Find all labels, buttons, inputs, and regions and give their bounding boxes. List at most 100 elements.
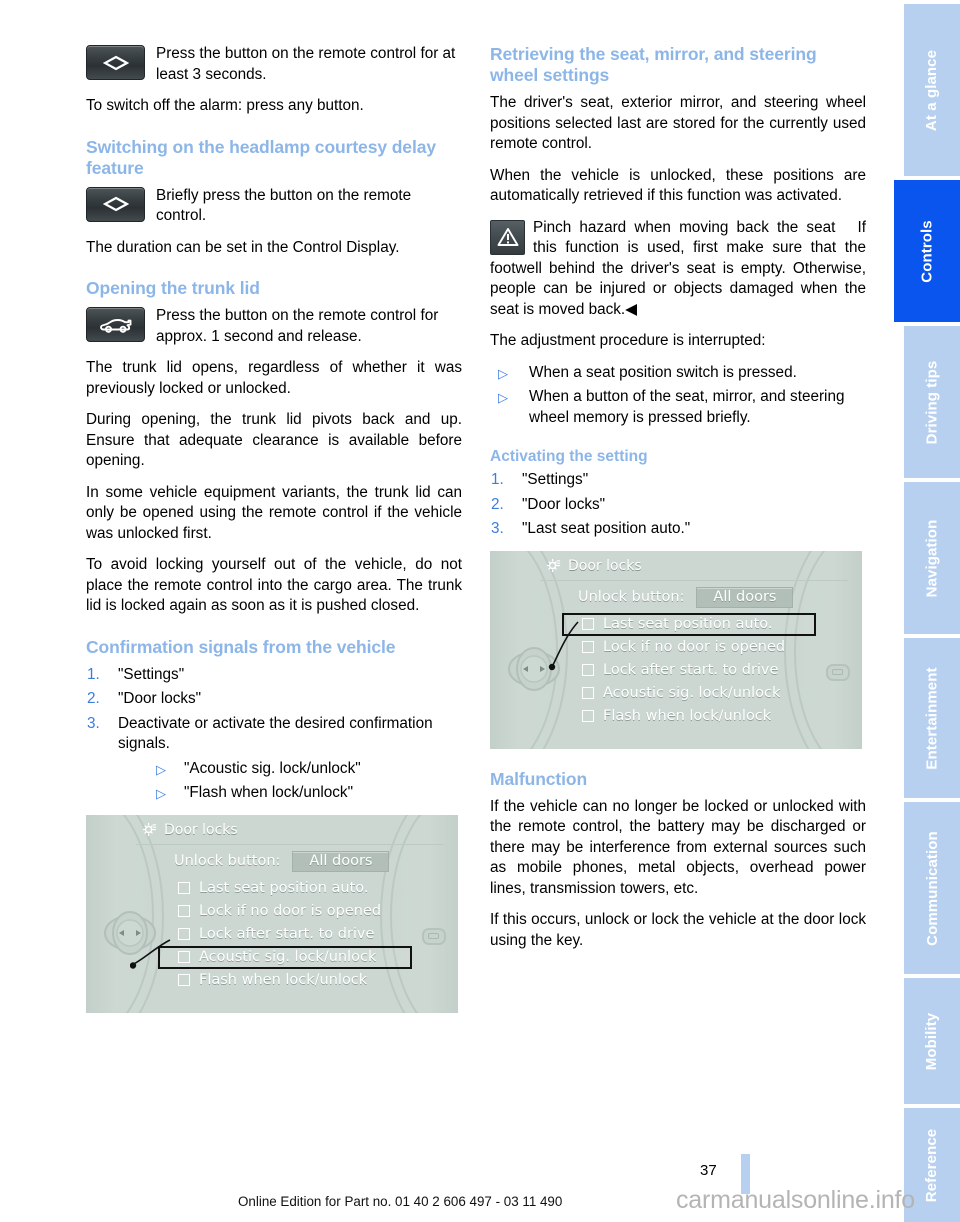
step-number: 2. xyxy=(87,690,100,707)
option-row-highlighted[interactable]: Last seat position auto. xyxy=(562,612,816,636)
step-text: "Settings" xyxy=(522,471,589,488)
headlamp-duration-paragraph: The duration can be set in the Control D… xyxy=(86,238,400,256)
trunk-paragraph-4: To avoid locking yourself out of the veh… xyxy=(86,556,462,614)
option-label: Flash when lock/unlock xyxy=(603,708,772,724)
option-row[interactable]: Lock after start. to drive xyxy=(578,659,816,682)
unlock-button-value[interactable]: All doors xyxy=(292,850,390,872)
tab-label: Navigation xyxy=(923,519,941,597)
warning-triangle-icon xyxy=(490,219,525,255)
option-label: Flash when lock/unlock xyxy=(199,972,368,988)
list-item: 3. Deactivate or activate the desired co… xyxy=(86,714,462,804)
step-number: 2. xyxy=(491,495,504,513)
option-label: Lock if no door is opened xyxy=(603,639,786,655)
option-row[interactable]: Acoustic sig. lock/unlock xyxy=(578,682,816,705)
interrupt-item-text: When a button of the seat, mirror, and s… xyxy=(529,388,845,426)
door-lock-options-list: Last seat position auto. Lock if no door… xyxy=(158,877,412,992)
sidebar-tab-entertainment[interactable]: Entertainment xyxy=(904,638,960,798)
pinch-hazard-warning: Pinch hazard when moving back the seat I… xyxy=(490,218,866,321)
heading-headlamp-courtesy: Switching on the headlamp courtesy delay… xyxy=(86,136,436,178)
option-row[interactable]: Last seat position auto. xyxy=(174,877,412,900)
triangle-bullet-icon: ▷ xyxy=(498,390,508,405)
option-label: Lock after start. to drive xyxy=(603,662,779,678)
tab-label: Reference xyxy=(923,1128,941,1202)
unlock-button-label: Unlock button: xyxy=(174,853,281,869)
checkbox-icon[interactable] xyxy=(178,974,190,986)
unlock-button-row: Unlock button: All doors xyxy=(174,850,390,872)
trunk-paragraph-2: During opening, the trunk lid pivots bac… xyxy=(86,411,462,469)
display-side-button-icon xyxy=(826,663,850,681)
checkbox-icon[interactable] xyxy=(582,710,594,722)
list-item: ▷ When a button of the seat, mirror, and… xyxy=(490,387,866,428)
interrupt-items-list: ▷ When a seat position switch is pressed… xyxy=(490,363,866,429)
sidebar-tab-communication[interactable]: Communication xyxy=(904,802,960,974)
option-label: Acoustic sig. lock/unlock xyxy=(603,685,781,701)
interrupt-intro-paragraph: The adjustment procedure is interrupted: xyxy=(490,332,766,349)
heading-activating-setting: Activating the setting xyxy=(490,448,648,465)
chapter-tabs-sidebar: At a glance Controls Driving tips Naviga… xyxy=(894,0,960,1222)
sidebar-tab-mobility[interactable]: Mobility xyxy=(904,978,960,1104)
triangle-bullet-icon: ▷ xyxy=(498,365,508,381)
trunk-release-button-icon xyxy=(86,307,145,342)
list-item: ▷ When a seat position switch is pressed… xyxy=(490,363,866,384)
heading-opening-trunk-lid: Opening the trunk lid xyxy=(86,278,260,298)
alarm-off-paragraph: To switch off the alarm: press any butto… xyxy=(86,97,364,114)
interrupt-item-text: When a seat position switch is pressed. xyxy=(529,363,797,381)
confirmation-subitems-list: ▷ "Acoustic sig. lock/unlock" ▷ "Flash w… xyxy=(148,759,462,804)
display-divider xyxy=(136,843,444,845)
step-text: "Door locks" xyxy=(522,495,606,513)
option-row[interactable]: Lock if no door is opened xyxy=(174,900,412,923)
option-row[interactable]: Lock if no door is opened xyxy=(578,636,816,659)
step-number: 1. xyxy=(491,471,504,488)
headlamp-button-text: Briefly press the button on the remote c… xyxy=(156,186,412,225)
activating-steps-list: 1. "Settings" 2. "Door locks" 3. "Last s… xyxy=(490,470,866,540)
manual-page: Press the button on the remote control f… xyxy=(0,0,960,1222)
left-column: Press the button on the remote control f… xyxy=(86,44,462,1024)
display-title-row: Door locks xyxy=(142,822,238,838)
option-label: Lock after start. to drive xyxy=(199,926,375,942)
callout-line xyxy=(130,938,171,969)
trunk-button-instruction: Press the button on the remote control f… xyxy=(86,306,462,347)
checkbox-icon[interactable] xyxy=(582,687,594,699)
tab-label: Driving tips xyxy=(923,360,941,444)
trunk-paragraph-1: The trunk lid opens, regardless of wheth… xyxy=(86,359,462,397)
malfunction-paragraph-2: If this occurs, unlock or lock the vehic… xyxy=(490,911,866,949)
sidebar-tab-driving-tips[interactable]: Driving tips xyxy=(904,326,960,478)
unlock-button-value[interactable]: All doors xyxy=(696,586,794,608)
sidebar-tab-controls[interactable]: Controls xyxy=(894,180,960,322)
callout-line xyxy=(548,620,579,670)
unlock-button-row: Unlock button: All doors xyxy=(578,586,794,608)
display-title: Door locks xyxy=(164,821,238,838)
unlock-button-label: Unlock button: xyxy=(578,589,685,605)
sidebar-tab-at-a-glance[interactable]: At a glance xyxy=(904,4,960,176)
option-row-highlighted[interactable]: Acoustic sig. lock/unlock xyxy=(158,945,412,969)
step-number: 3. xyxy=(87,714,100,732)
step-text: "Settings" xyxy=(118,665,185,683)
list-item: 1. "Settings" xyxy=(86,665,462,686)
subitem-text: "Flash when lock/unlock" xyxy=(184,784,354,801)
option-label: Last seat position auto. xyxy=(603,616,773,632)
malfunction-paragraph-1: If the vehicle can no longer be locked o… xyxy=(490,797,866,897)
option-row[interactable]: Lock after start. to drive xyxy=(174,923,412,946)
checkbox-icon[interactable] xyxy=(178,882,190,894)
right-column: Retrieving the seat, mirror, and steerin… xyxy=(490,44,866,962)
list-item: 2. "Door locks" xyxy=(86,689,462,710)
warning-title: Pinch hazard when moving back the seat xyxy=(533,218,836,236)
sidebar-tab-navigation[interactable]: Navigation xyxy=(904,482,960,634)
option-row[interactable]: Flash when lock/unlock xyxy=(578,705,816,728)
page-content: Press the button on the remote control f… xyxy=(86,44,876,1104)
retrieving-paragraph-2: When the vehicle is unlocked, these posi… xyxy=(490,166,866,205)
checkbox-icon[interactable] xyxy=(178,905,190,917)
tab-label: At a glance xyxy=(923,49,941,131)
tab-label: Communication xyxy=(923,830,941,946)
display-title-row: Door locks xyxy=(546,558,642,574)
triangle-bullet-icon: ▷ xyxy=(156,786,166,801)
trunk-paragraph-3: In some vehicle equipment variants, the … xyxy=(86,483,462,542)
retrieving-paragraph-1: The driver's seat, exterior mirror, and … xyxy=(490,94,866,152)
tab-label: Mobility xyxy=(923,1012,941,1070)
alarm-button-text: Press the button on the remote control f… xyxy=(156,45,456,83)
step-text: "Last seat position auto." xyxy=(522,520,691,537)
option-label: Last seat position auto. xyxy=(199,880,369,896)
warning-text: Pinch hazard when moving back the seat I… xyxy=(490,218,866,321)
step-text: "Door locks" xyxy=(118,690,202,707)
option-row[interactable]: Flash when lock/unlock xyxy=(174,969,412,992)
